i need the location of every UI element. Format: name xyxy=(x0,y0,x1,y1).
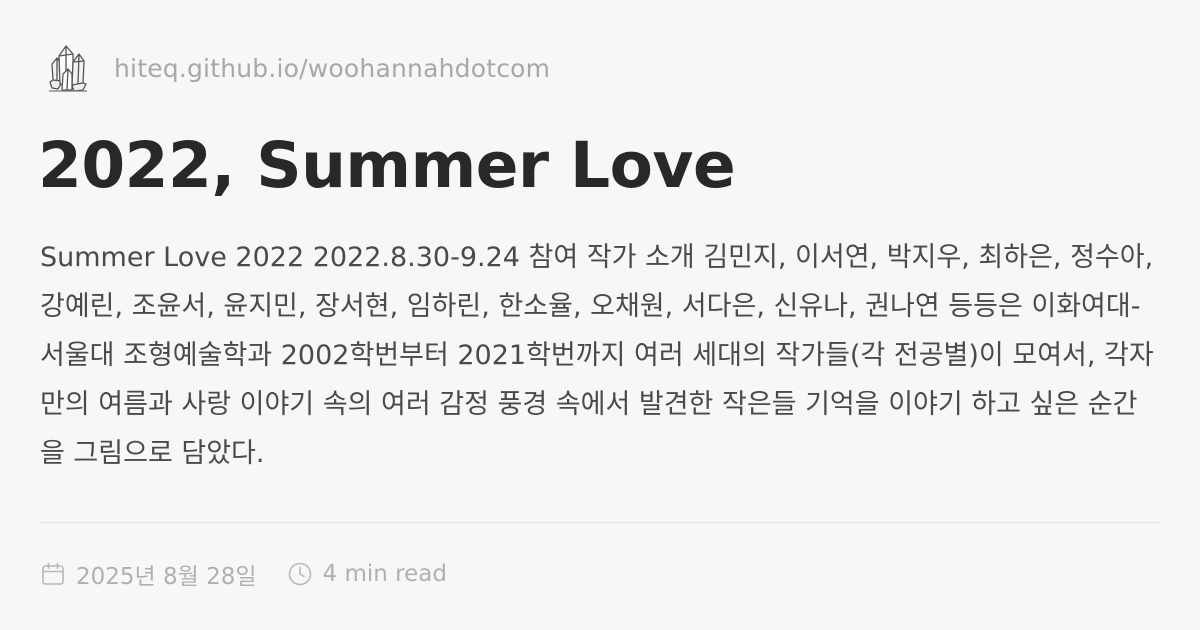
post-date-text: 2025년 8월 28일 xyxy=(76,564,257,590)
calendar-icon xyxy=(42,562,64,585)
site-header[interactable]: hiteq.github.io/woohannahdotcom xyxy=(46,42,550,94)
crystal-cluster-icon xyxy=(49,45,87,92)
post-date: 2025년 8월 28일 xyxy=(40,557,257,591)
post-summary: Summer Love 2022 2022.8.30-9.24 참여 작가 소개… xyxy=(40,242,1154,469)
page-title: 2022, Summer Love xyxy=(38,129,736,202)
site-url[interactable]: hiteq.github.io/woohannahdotcom xyxy=(114,54,550,83)
clock-icon xyxy=(288,562,311,586)
read-time-text: 4 min read xyxy=(322,561,447,587)
divider xyxy=(40,522,1160,523)
read-time: 4 min read xyxy=(287,561,447,587)
og-card: hiteq.github.io/woohannahdotcom 2022, Su… xyxy=(0,0,1200,630)
post-meta: 2025년 8월 28일 4 min read xyxy=(40,556,447,592)
